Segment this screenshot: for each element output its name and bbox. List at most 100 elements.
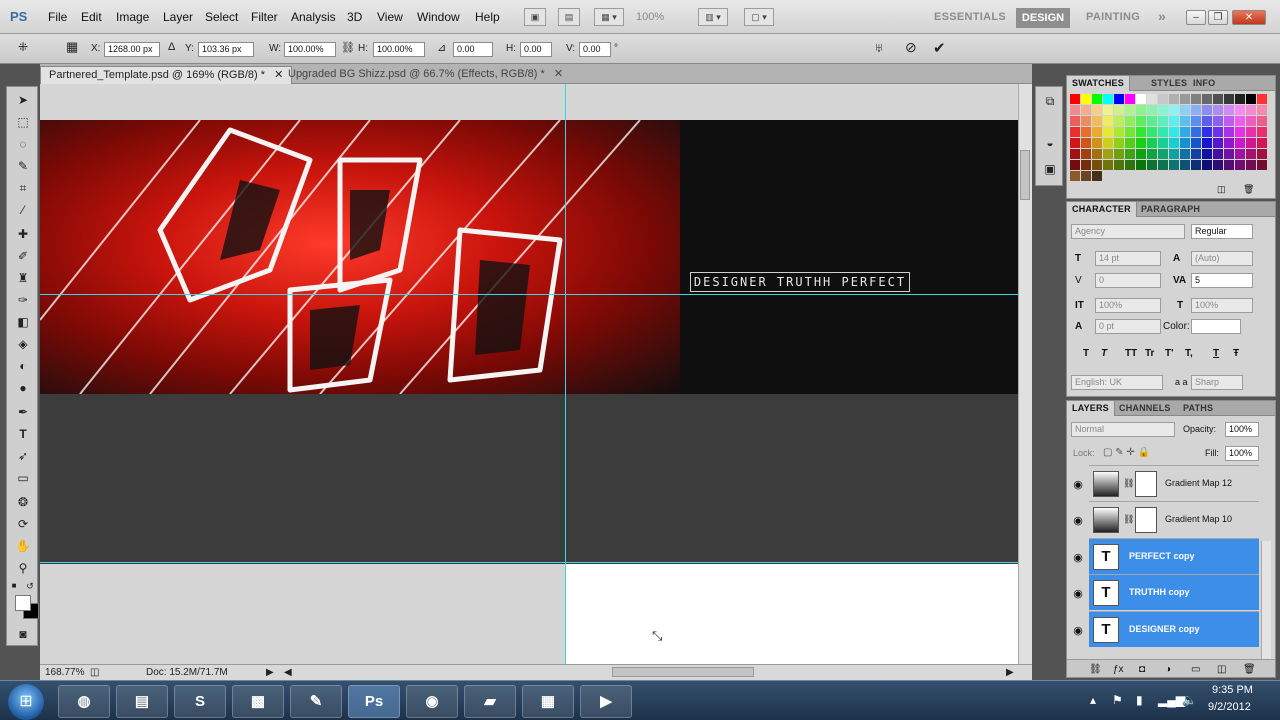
color-swatch[interactable] [1092, 138, 1102, 148]
vskew-field[interactable]: 0.00 [579, 42, 611, 57]
crop-tool-icon[interactable]: ⌗ [13, 179, 33, 197]
network-icon[interactable]: ▂▄▆ [1158, 693, 1185, 707]
rectangle-tool-icon[interactable]: ▭ [13, 469, 33, 487]
color-swatch[interactable] [1114, 171, 1124, 181]
add-mask-icon[interactable]: ◘ [1139, 664, 1145, 675]
color-swatch[interactable] [1213, 160, 1223, 170]
color-swatch[interactable] [1213, 149, 1223, 159]
arrange-documents-icon[interactable]: ▥ ▾ [698, 8, 728, 26]
color-swatch[interactable] [1114, 105, 1124, 115]
paint-taskbar-icon[interactable]: ✎ [290, 685, 342, 718]
color-swatch[interactable] [1125, 138, 1135, 148]
color-swatch[interactable] [1180, 149, 1190, 159]
color-swatch[interactable] [1070, 94, 1080, 104]
color-swatch[interactable] [1235, 116, 1245, 126]
color-swatch[interactable] [1103, 138, 1113, 148]
underline-button[interactable]: T [1213, 348, 1219, 359]
color-swatch[interactable] [1169, 138, 1179, 148]
layer-designer-copy[interactable]: T DESIGNER copy [1089, 611, 1259, 647]
color-swatch[interactable] [1202, 127, 1212, 137]
color-swatch[interactable] [1136, 171, 1146, 181]
vertical-scale-field[interactable]: 100% [1095, 298, 1161, 313]
tab-layers[interactable]: LAYERS [1067, 401, 1115, 416]
visibility-eye-icon[interactable]: ◉ [1071, 478, 1085, 492]
color-swatch[interactable] [1114, 116, 1124, 126]
color-swatch[interactable] [1070, 138, 1080, 148]
horizontal-guide-bottom[interactable] [40, 562, 1018, 563]
minimize-icon[interactable]: – [1186, 10, 1206, 25]
horizontal-scale-field[interactable]: 100% [1191, 298, 1253, 313]
delete-layer-icon[interactable]: 🗑 [1243, 664, 1256, 675]
language-field[interactable]: English: UK [1071, 375, 1163, 390]
action-center-icon[interactable]: ⚑ [1112, 693, 1123, 707]
status-menu-icon[interactable]: ▶ [266, 667, 274, 678]
color-swatch[interactable] [1092, 149, 1102, 159]
tab-info[interactable]: INFO [1193, 78, 1215, 88]
color-swatch[interactable] [1169, 149, 1179, 159]
horizontal-scroll-thumb[interactable] [612, 667, 754, 677]
color-swatch[interactable] [1158, 149, 1168, 159]
menu-image[interactable]: Image [116, 10, 149, 24]
reference-point-icon[interactable]: ▦ [66, 39, 78, 55]
color-swatch[interactable] [1070, 127, 1080, 137]
workspace-essentials[interactable]: ESSENTIALS [934, 11, 1006, 23]
quick-select-icon[interactable]: ✎ [13, 157, 33, 175]
tab-upgraded-bg[interactable]: Upgraded BG Shizz.psd @ 66.7% (Effects, … [280, 66, 571, 84]
tab-channels[interactable]: CHANNELS [1119, 403, 1171, 413]
fill-field[interactable]: 100% [1225, 446, 1259, 461]
link-icon[interactable]: ⛓ [341, 41, 355, 54]
eyedropper-icon[interactable]: ⁄ [13, 201, 33, 219]
paint-bucket-icon[interactable]: ◈ [13, 335, 33, 353]
color-swatch[interactable] [1114, 94, 1124, 104]
color-swatch[interactable] [1070, 105, 1080, 115]
color-swatch[interactable] [1114, 138, 1124, 148]
eraser-icon[interactable]: ◧ [13, 313, 33, 331]
color-swatch[interactable] [1224, 149, 1234, 159]
menu-view[interactable]: View [377, 10, 403, 24]
layer-gradient-map-12[interactable]: ⛓ Gradient Map 12 [1089, 465, 1259, 501]
color-swatch[interactable] [1136, 149, 1146, 159]
color-swatch[interactable] [1191, 138, 1201, 148]
menu-analysis[interactable]: Analysis [291, 10, 336, 24]
adjustment-layer-icon[interactable]: ◑ [1165, 664, 1171, 675]
height-field[interactable]: 100.00% [373, 42, 425, 57]
marquee-tool-icon[interactable]: ⬚ [13, 113, 33, 131]
color-swatch[interactable] [1103, 171, 1113, 181]
document-canvas[interactable]: DESIGNER TRUTHH PERFECT ⤡ [40, 84, 1018, 664]
color-swatch[interactable] [1180, 160, 1190, 170]
color-swatch[interactable] [1158, 160, 1168, 170]
delete-swatch-icon[interactable]: 🗑 [1243, 184, 1254, 195]
antialias-field[interactable]: Sharp [1191, 375, 1243, 390]
color-swatch[interactable] [1081, 94, 1091, 104]
color-swatch[interactable] [1224, 94, 1234, 104]
color-swatch[interactable] [1246, 105, 1256, 115]
color-swatch[interactable] [1224, 160, 1234, 170]
color-swatch[interactable] [1213, 94, 1223, 104]
color-swatch[interactable] [1169, 127, 1179, 137]
pen-tool-icon[interactable]: ✒ [13, 403, 33, 421]
color-swatch[interactable] [1180, 138, 1190, 148]
faux-bold-button[interactable]: T [1083, 348, 1089, 359]
color-swatch[interactable] [1169, 160, 1179, 170]
color-swatch[interactable] [1246, 138, 1256, 148]
color-swatch[interactable] [1235, 127, 1245, 137]
color-swatch[interactable] [1103, 105, 1113, 115]
color-swatch[interactable] [1125, 116, 1135, 126]
color-swatch[interactable] [1246, 116, 1256, 126]
new-group-icon[interactable]: ▭ [1191, 664, 1200, 675]
workspace-design[interactable]: DESIGN [1016, 8, 1070, 28]
color-swatch[interactable] [1180, 127, 1190, 137]
color-swatch[interactable] [1224, 138, 1234, 148]
color-swatch[interactable] [1202, 94, 1212, 104]
color-swatch[interactable] [1081, 116, 1091, 126]
color-swatch[interactable] [1257, 149, 1267, 159]
minibridge-icon[interactable]: ▤ [558, 8, 580, 26]
opacity-field[interactable]: 100% [1225, 422, 1259, 437]
menu-help[interactable]: Help [475, 10, 500, 24]
color-swatch[interactable] [1092, 127, 1102, 137]
hand-tool-icon[interactable]: ✋ [13, 537, 33, 555]
color-swatch[interactable] [1169, 94, 1179, 104]
color-swatch[interactable] [1213, 171, 1223, 181]
width-field[interactable]: 100.00% [284, 42, 336, 57]
color-swatch[interactable] [1246, 127, 1256, 137]
